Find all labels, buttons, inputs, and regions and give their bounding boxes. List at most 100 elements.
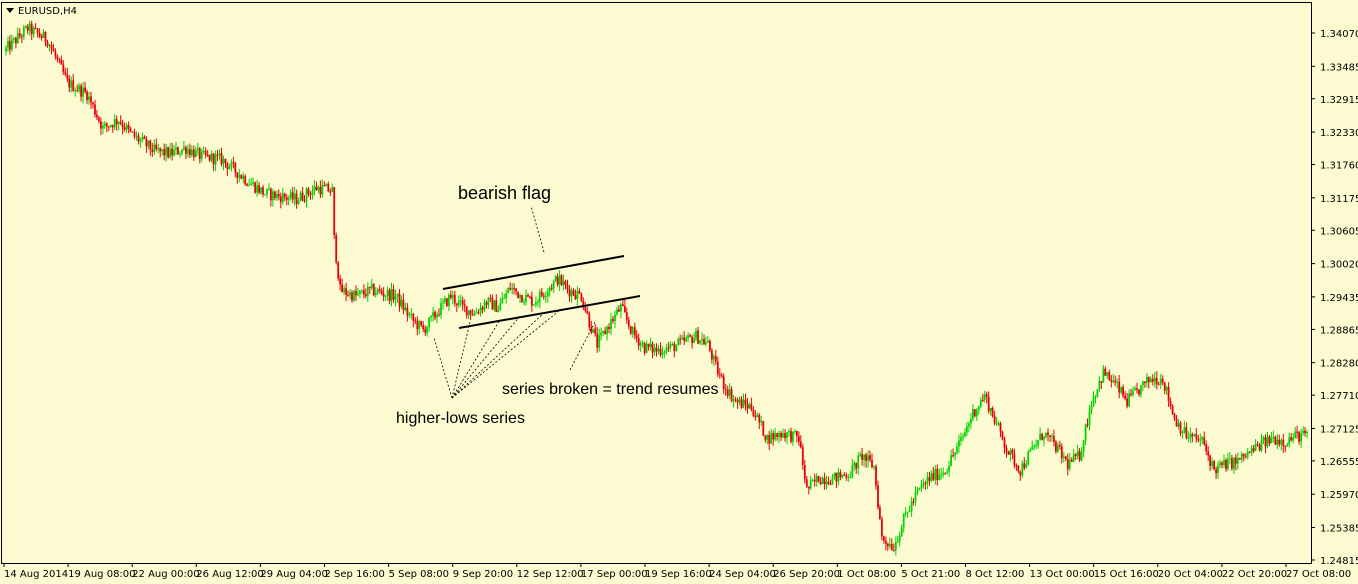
candle-up (661, 352, 664, 355)
candle-up (1106, 372, 1109, 376)
candle-up (404, 307, 407, 311)
candle-up (1189, 434, 1192, 438)
candle-down (1110, 380, 1113, 382)
candle-up (535, 302, 537, 305)
candle-up (400, 299, 403, 307)
candle-down (673, 343, 676, 352)
candle-down (68, 78, 71, 88)
candle-down (1126, 398, 1128, 407)
candle-up (82, 87, 84, 97)
candle-down (624, 306, 626, 313)
candle-up (1031, 446, 1034, 450)
candle-down (517, 291, 519, 298)
candle-down (1252, 448, 1255, 451)
candle-down (1171, 405, 1174, 415)
candle-down (54, 51, 57, 57)
candle-up (701, 339, 703, 341)
candle-down (40, 36, 43, 38)
candle-up (906, 511, 909, 513)
candle-down (131, 131, 134, 133)
candle-down (234, 163, 237, 173)
candle-up (457, 300, 460, 306)
candle-up (1302, 430, 1304, 433)
candle-up (161, 149, 164, 152)
candle-down (515, 288, 517, 292)
candle-up (1080, 452, 1083, 461)
candle-up (1149, 378, 1152, 383)
candle-up (519, 295, 521, 298)
candle-up (1084, 424, 1087, 441)
candle-down (1161, 378, 1164, 383)
candle-down (529, 296, 531, 298)
candle-up (675, 345, 678, 352)
candle-up (459, 300, 462, 302)
candle-up (983, 394, 986, 401)
candle-down (709, 340, 711, 351)
candle-up (1262, 437, 1265, 441)
candle-up (1102, 368, 1105, 383)
candle-up (766, 435, 769, 440)
candle-up (558, 275, 561, 285)
candle-down (679, 339, 682, 341)
candle-down (556, 276, 559, 285)
candle-up (1132, 390, 1134, 395)
candle-down (137, 135, 140, 142)
candle-up (483, 302, 486, 310)
candle-down (279, 196, 282, 203)
candle-up (276, 193, 278, 198)
candle-up (954, 452, 956, 456)
candle-down (450, 294, 452, 298)
candle-up (444, 298, 446, 303)
candle-down (560, 275, 563, 285)
candle-up (930, 473, 933, 481)
candle-up (863, 454, 865, 460)
candle-down (1296, 431, 1298, 433)
candle-down (90, 96, 92, 103)
candle-up (645, 343, 648, 353)
candle-up (88, 96, 90, 101)
candle-up (311, 190, 314, 195)
candle-down (420, 321, 423, 326)
candle-down (283, 193, 286, 198)
candle-up (78, 85, 80, 91)
candle-down (26, 26, 29, 31)
candle-up (1199, 439, 1202, 441)
candle-up (1090, 405, 1093, 412)
candle-up (888, 544, 891, 547)
candle-up (343, 288, 345, 293)
candle-down (36, 28, 39, 34)
candle-down (378, 289, 381, 291)
candle-down (629, 326, 632, 334)
candle-down (355, 291, 357, 296)
x-tick-label: 20 Oct 04:00 (1158, 569, 1223, 580)
candle-up (428, 317, 430, 327)
candle-down (416, 320, 419, 330)
candle-down (465, 306, 468, 316)
price-chart[interactable]: EURUSD,H4 bearish flag higher-lows serie… (0, 0, 1358, 584)
y-tick-label: 1.34070 (1320, 29, 1358, 40)
candle-up (117, 121, 120, 125)
candle-up (493, 300, 496, 310)
candle-up (1187, 437, 1190, 439)
y-tick-label: 1.32915 (1320, 95, 1358, 106)
candle-down (18, 33, 21, 37)
candle-down (691, 336, 693, 343)
candle-down (1053, 436, 1055, 442)
candle-up (503, 297, 506, 299)
x-tick-label: 22 Oct 20:00 (1222, 569, 1287, 580)
candle-down (115, 119, 118, 125)
candle-up (218, 153, 221, 156)
candle-up (317, 187, 320, 191)
candle-down (341, 284, 343, 293)
candle-up (32, 27, 35, 35)
candle-up (570, 290, 573, 297)
candle-up (770, 433, 773, 444)
candle-up (1211, 461, 1213, 466)
candle-up (960, 437, 962, 441)
candle-up (712, 356, 715, 360)
candle-up (788, 431, 790, 433)
candle-down (531, 296, 533, 306)
candle-up (641, 343, 644, 345)
candle-up (760, 421, 763, 423)
candle-up (266, 188, 268, 195)
